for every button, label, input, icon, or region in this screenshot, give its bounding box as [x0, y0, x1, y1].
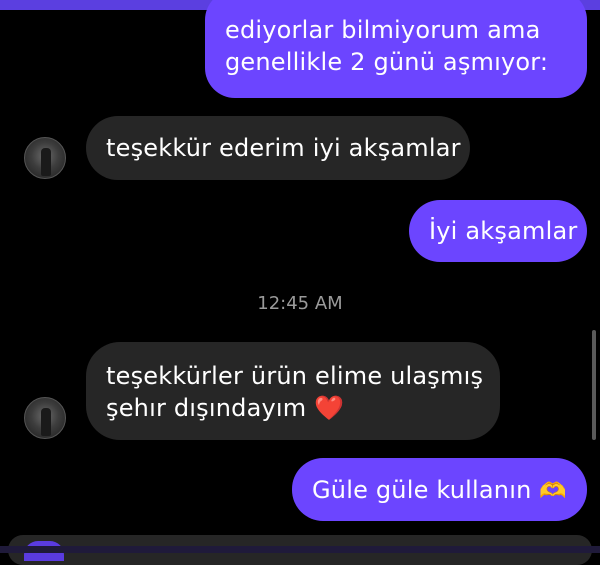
- contact-avatar[interactable]: [24, 137, 66, 179]
- contact-avatar[interactable]: [24, 397, 66, 439]
- message-line: ediyorlar bilmiyorum ama: [225, 16, 541, 44]
- message-line: şehır dışındayım: [106, 394, 307, 422]
- message-line: teşekkürler ürün elime ulaşmış: [106, 362, 484, 390]
- message-bubble-outgoing[interactable]: ediyorlar bilmiyorum ama genellikle 2 gü…: [205, 0, 587, 98]
- message-bubble-outgoing[interactable]: İyi akşamlar: [409, 200, 587, 262]
- avatar-figure: [41, 408, 51, 436]
- message-bubble-incoming[interactable]: teşekkür ederim iyi akşamlar: [86, 116, 470, 180]
- message-text: teşekkür ederim iyi akşamlar: [106, 134, 461, 162]
- heart-hands-emoji: 🫶: [539, 479, 567, 504]
- message-text: Güle güle kullanın: [312, 476, 532, 504]
- message-bubble-outgoing[interactable]: Güle güle kullanın 🫶: [292, 458, 587, 521]
- message-text: İyi akşamlar: [429, 217, 578, 245]
- bottom-bar: [0, 546, 600, 553]
- red-heart-emoji: ❤️: [314, 394, 345, 422]
- scrollbar[interactable]: [592, 330, 596, 440]
- message-timestamp: 12:45 AM: [257, 293, 343, 314]
- avatar-figure: [41, 148, 51, 176]
- chat-thread: ediyorlar bilmiyorum ama genellikle 2 gü…: [0, 0, 600, 553]
- message-line: genellikle 2 günü aşmıyor:: [225, 48, 549, 76]
- message-bubble-incoming[interactable]: teşekkürler ürün elime ulaşmış şehır dış…: [86, 342, 500, 440]
